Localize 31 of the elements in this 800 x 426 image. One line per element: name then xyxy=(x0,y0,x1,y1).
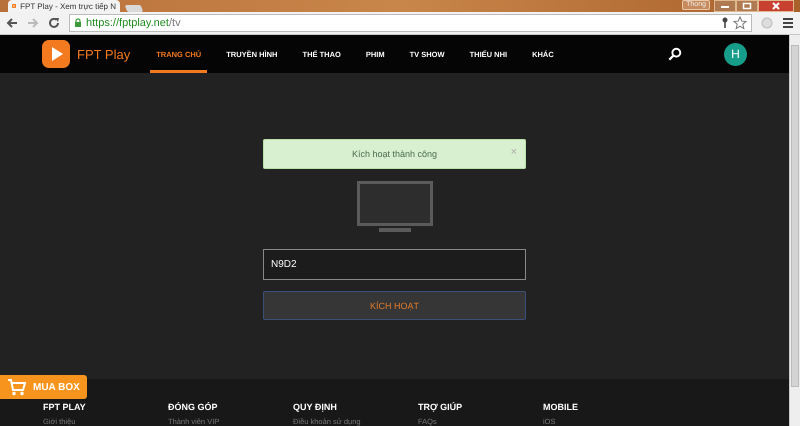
brand-name[interactable]: FPT Play xyxy=(77,46,130,62)
new-tab-button[interactable] xyxy=(124,5,144,12)
play-logo-icon[interactable] xyxy=(42,40,70,68)
close-icon xyxy=(771,1,781,11)
close-button[interactable] xyxy=(758,0,794,12)
star-icon[interactable] xyxy=(733,16,747,30)
menu-icon[interactable] xyxy=(782,17,794,29)
activate-button[interactable]: KÍCH HOẠT xyxy=(263,291,526,320)
reload-icon[interactable] xyxy=(48,17,60,29)
footer-heading: MOBILE xyxy=(543,402,578,412)
minimize-icon xyxy=(720,3,730,9)
buy-box-button[interactable]: MUA BOX xyxy=(0,375,87,399)
search-icon[interactable] xyxy=(668,47,682,61)
scrollbar[interactable] xyxy=(789,35,800,426)
user-avatar[interactable]: H xyxy=(724,42,747,66)
code-input-field[interactable]: N9D2 xyxy=(263,249,526,280)
restore-button[interactable] xyxy=(736,0,758,12)
browser-tab[interactable]: FPT Play - Xem trực tiếp N xyxy=(8,0,120,12)
back-icon[interactable] xyxy=(6,17,18,29)
footer-heading: QUY ĐỊNH xyxy=(293,402,337,412)
minimize-button[interactable] xyxy=(714,0,736,12)
key-icon[interactable] xyxy=(721,17,729,29)
footer-heading: ĐÓNG GÓP xyxy=(168,402,218,412)
restore-icon xyxy=(742,2,752,10)
footer-heading: TRỢ GIÚP xyxy=(418,402,462,412)
footer-heading: FPT PLAY xyxy=(43,402,86,412)
address-bar[interactable]: https://fptplay.net/tv xyxy=(69,14,752,32)
cart-icon xyxy=(7,378,27,396)
tv-icon xyxy=(356,181,432,233)
alert-message: Kích hoạt thành công xyxy=(352,149,438,159)
lock-icon xyxy=(74,18,82,28)
